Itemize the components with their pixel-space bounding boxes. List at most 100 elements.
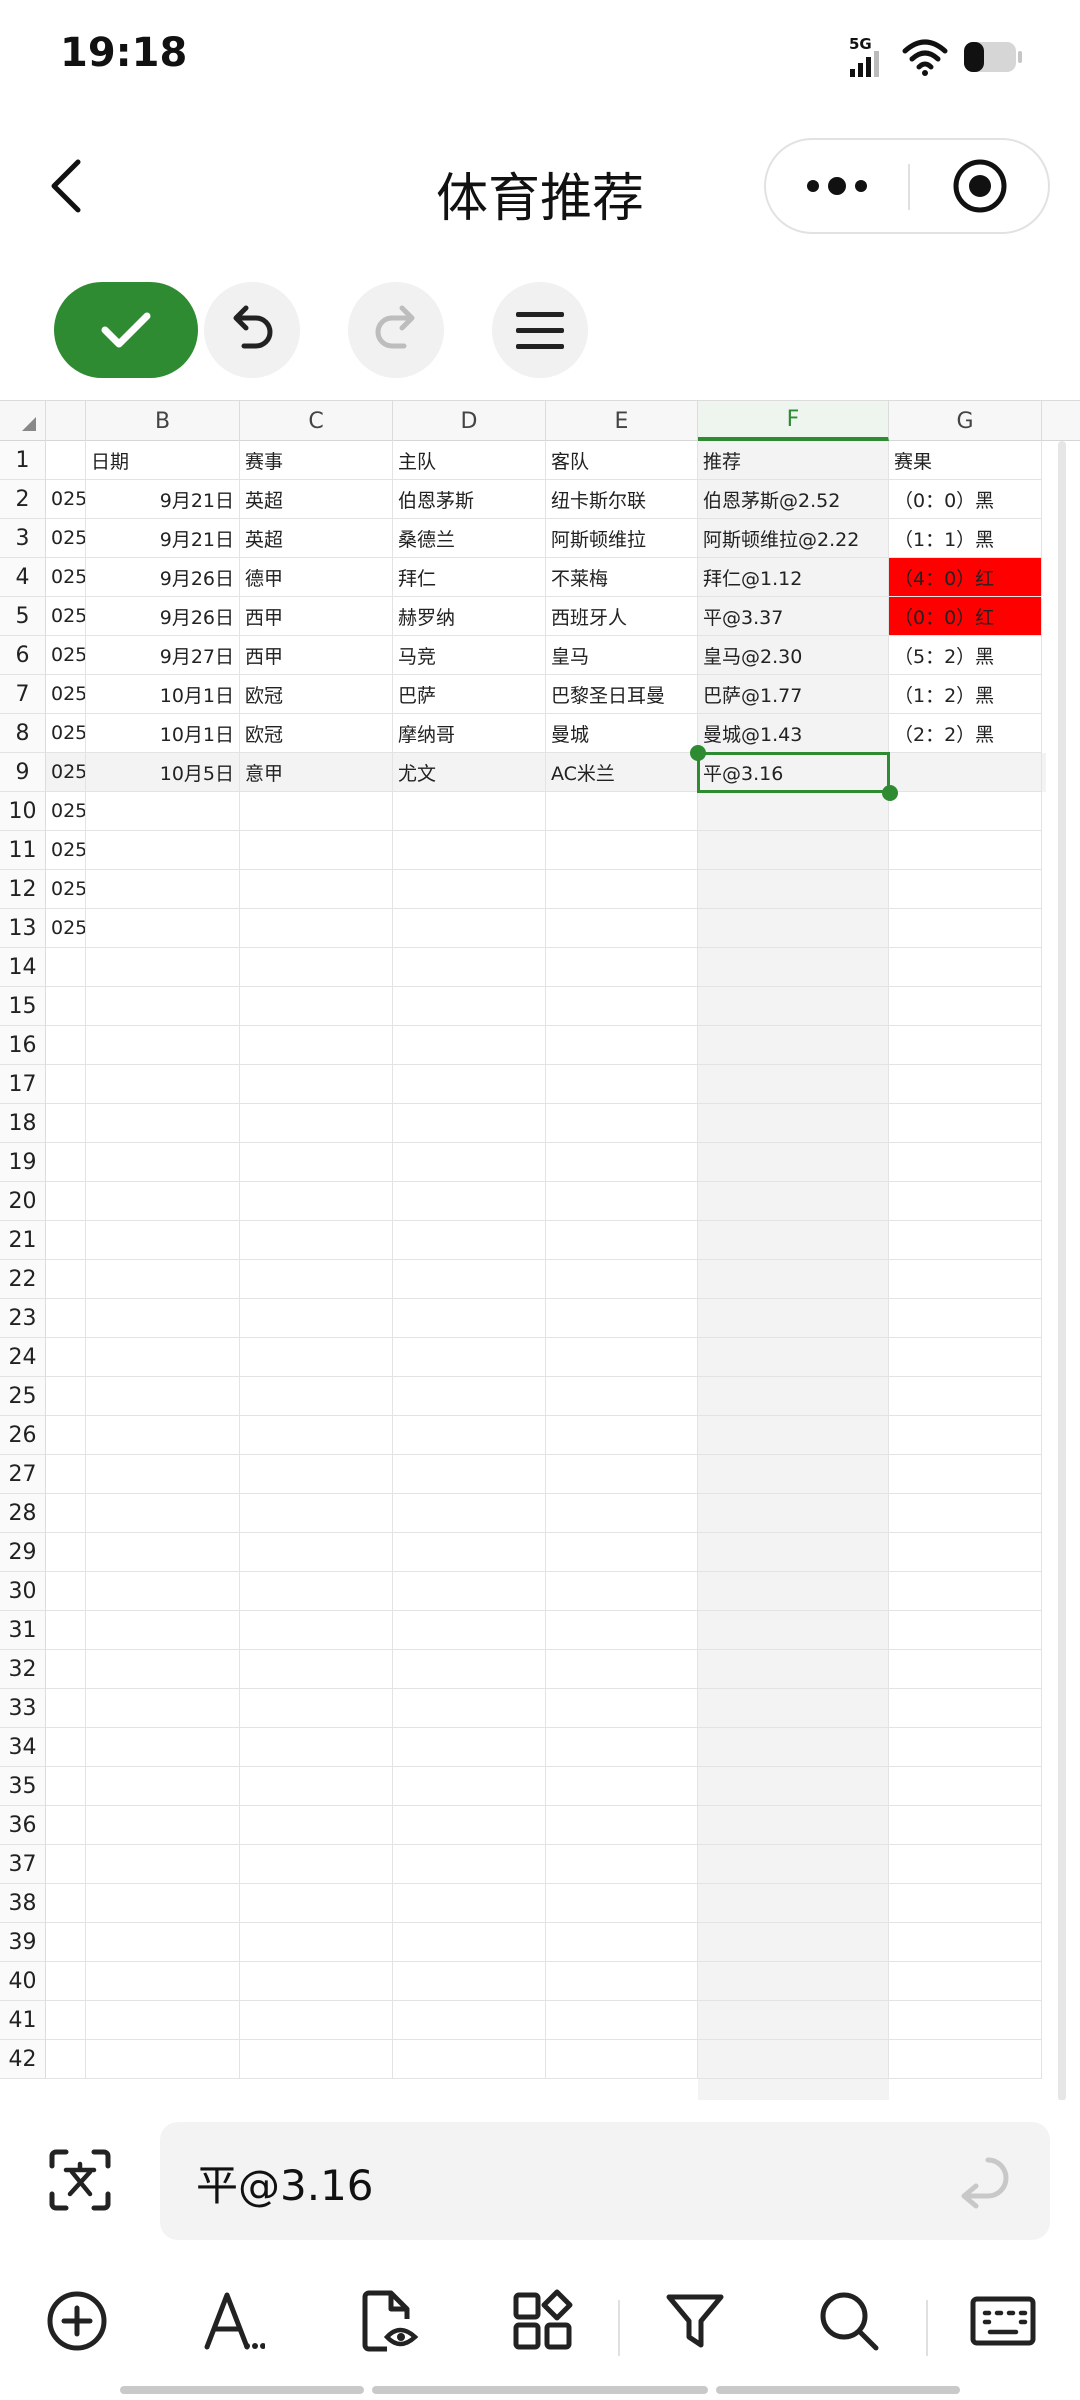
cell-g42[interactable] [889,2040,1042,2079]
apps-button[interactable] [506,2284,580,2358]
cell-g28[interactable] [889,1494,1042,1533]
cell-f26[interactable] [698,1416,889,1455]
cell-f34[interactable] [698,1728,889,1767]
cell-f20[interactable] [698,1182,889,1221]
column-header-a[interactable] [46,401,86,441]
cell-b42[interactable] [86,2040,240,2079]
cell-e22[interactable] [546,1260,698,1299]
row-header[interactable]: 7 [0,675,46,714]
cell-e26[interactable] [546,1416,698,1455]
cell-d15[interactable] [393,987,546,1026]
cell-a16[interactable] [46,1026,86,1065]
row-header[interactable]: 34 [0,1728,46,1767]
cell-a40[interactable] [46,1962,86,2001]
cell-b23[interactable] [86,1299,240,1338]
cell-e35[interactable] [546,1767,698,1806]
cell-a21[interactable] [46,1221,86,1260]
cell-e1[interactable]: 客队 [546,441,698,480]
cell-b14[interactable] [86,948,240,987]
cell-a20[interactable] [46,1182,86,1221]
row-header[interactable]: 3 [0,519,46,558]
cell-b40[interactable] [86,1962,240,2001]
cell-c24[interactable] [240,1338,393,1377]
cell-e21[interactable] [546,1221,698,1260]
cell-f16[interactable] [698,1026,889,1065]
cell-c20[interactable] [240,1182,393,1221]
row-header[interactable]: 6 [0,636,46,675]
row-header[interactable]: 22 [0,1260,46,1299]
cell-f39[interactable] [698,1923,889,1962]
cell-b21[interactable] [86,1221,240,1260]
cell-d30[interactable] [393,1572,546,1611]
cell-e24[interactable] [546,1338,698,1377]
cell-c32[interactable] [240,1650,393,1689]
cell-e30[interactable] [546,1572,698,1611]
cell-e12[interactable] [546,870,698,909]
cell-g33[interactable] [889,1689,1042,1728]
cell-a36[interactable] [46,1806,86,1845]
cell-c16[interactable] [240,1026,393,1065]
cell-f5[interactable]: 平@3.37 [698,597,889,636]
cell-d40[interactable] [393,1962,546,2001]
cell-f40[interactable] [698,1962,889,2001]
cell-g13[interactable] [889,909,1042,948]
cell-a35[interactable] [46,1767,86,1806]
cell-g4[interactable]: （4：0）红 [889,558,1042,597]
cell-d25[interactable] [393,1377,546,1416]
cell-a39[interactable] [46,1923,86,1962]
cell-a6[interactable]: 025 [46,636,86,675]
cell-c14[interactable] [240,948,393,987]
cell-b29[interactable] [86,1533,240,1572]
cell-d38[interactable] [393,1884,546,1923]
cell-e20[interactable] [546,1182,698,1221]
cell-g38[interactable] [889,1884,1042,1923]
cell-e27[interactable] [546,1455,698,1494]
cell-a23[interactable] [46,1299,86,1338]
cell-g19[interactable] [889,1143,1042,1182]
cell-g32[interactable] [889,1650,1042,1689]
cell-a17[interactable] [46,1065,86,1104]
cell-c36[interactable] [240,1806,393,1845]
column-header-f[interactable]: F [698,401,889,441]
cell-c8[interactable]: 欧冠 [240,714,393,753]
cell-b17[interactable] [86,1065,240,1104]
cell-f37[interactable] [698,1845,889,1884]
row-header[interactable]: 30 [0,1572,46,1611]
cell-f17[interactable] [698,1065,889,1104]
cell-a1[interactable] [46,441,86,480]
cell-a32[interactable] [46,1650,86,1689]
row-header[interactable]: 18 [0,1104,46,1143]
cell-g27[interactable] [889,1455,1042,1494]
cell-g25[interactable] [889,1377,1042,1416]
row-header[interactable]: 38 [0,1884,46,1923]
cell-a19[interactable] [46,1143,86,1182]
cell-c13[interactable] [240,909,393,948]
cell-e34[interactable] [546,1728,698,1767]
cell-a42[interactable] [46,2040,86,2079]
cell-g31[interactable] [889,1611,1042,1650]
cell-b33[interactable] [86,1689,240,1728]
row-header[interactable]: 32 [0,1650,46,1689]
cell-g7[interactable]: （1：2）黑 [889,675,1042,714]
cell-e36[interactable] [546,1806,698,1845]
cell-d32[interactable] [393,1650,546,1689]
cell-c11[interactable] [240,831,393,870]
cell-e19[interactable] [546,1143,698,1182]
row-header[interactable]: 27 [0,1455,46,1494]
cell-g36[interactable] [889,1806,1042,1845]
row-header[interactable]: 40 [0,1962,46,2001]
cell-e40[interactable] [546,1962,698,2001]
cell-f41[interactable] [698,2001,889,2040]
text-recognition-button[interactable] [40,2140,120,2220]
cell-d1[interactable]: 主队 [393,441,546,480]
cell-c5[interactable]: 西甲 [240,597,393,636]
cell-f6[interactable]: 皇马@2.30 [698,636,889,675]
cell-a34[interactable] [46,1728,86,1767]
cell-f4[interactable]: 拜仁@1.12 [698,558,889,597]
cell-d11[interactable] [393,831,546,870]
cell-b38[interactable] [86,1884,240,1923]
cell-d7[interactable]: 巴萨 [393,675,546,714]
cell-a7[interactable]: 025 [46,675,86,714]
cell-a37[interactable] [46,1845,86,1884]
cell-a41[interactable] [46,2001,86,2040]
